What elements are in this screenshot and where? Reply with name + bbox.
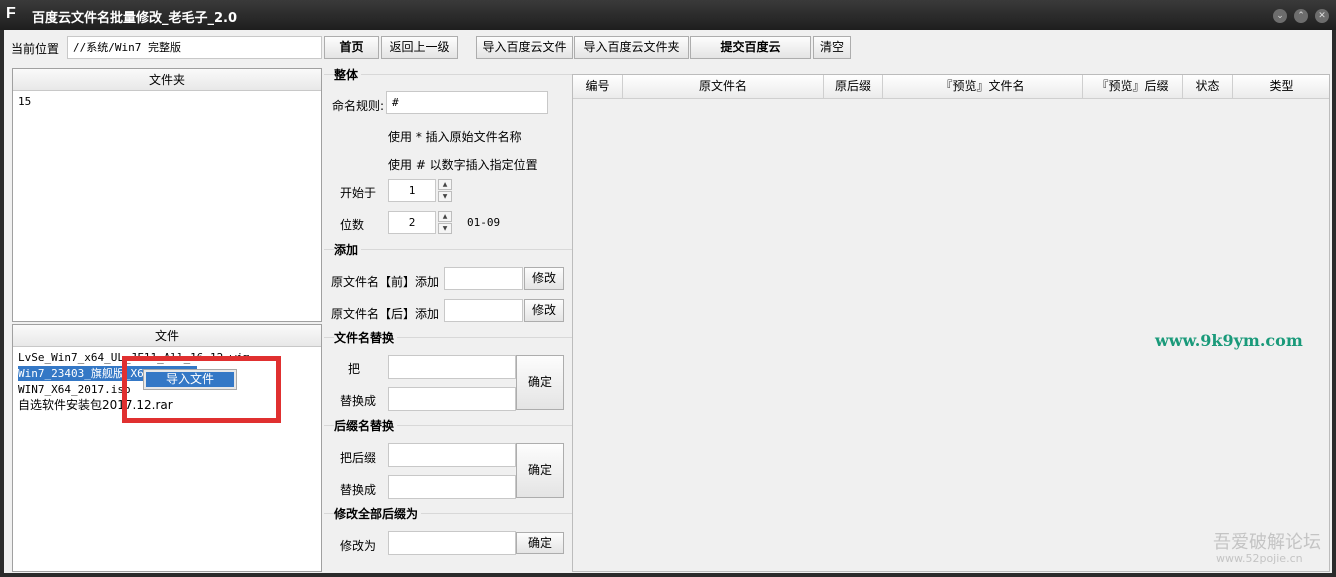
add-title: 添加 [334, 241, 362, 258]
stepper-up-icon[interactable]: ▲ [438, 179, 452, 190]
app-window: F 百度云文件名批量修改_老毛子_2.0 ⌄ ⌃ ✕ 当前位置 //系统/Win… [0, 0, 1336, 577]
add-before-label: 原文件名【前】添加 [331, 275, 440, 289]
change-ext-label: 修改为 [340, 539, 377, 553]
rule-label: 命名规则: [332, 99, 385, 113]
extension-replace-group: 后缀名替换 把后缀 替换成 确定 [324, 417, 573, 507]
site-watermark: www.9k9ym.com [1155, 331, 1303, 350]
stepper-down-icon[interactable]: ▼ [438, 191, 452, 202]
file-panel-header: 文件 [13, 325, 321, 347]
preview-table[interactable]: 编号 原文件名 原后缀 『预览』文件名 『预览』后缀 状态 类型 www.9k9… [572, 74, 1330, 572]
column-header-original-ext[interactable]: 原后缀 [824, 75, 883, 98]
column-header-preview-ext[interactable]: 『预览』后缀 [1083, 75, 1183, 98]
change-all-ext-group: 修改全部后缀为 修改为 确定 [324, 505, 573, 571]
client-area: 当前位置 //系统/Win7 完整版 首页 返回上一级 导入百度云文件 导入百度… [4, 30, 1332, 573]
folder-item[interactable]: 15 [18, 94, 31, 109]
home-button[interactable]: 首页 [324, 36, 379, 59]
add-before-modify-button[interactable]: 修改 [524, 267, 564, 290]
column-header-type[interactable]: 类型 [1233, 75, 1330, 98]
hint-asterisk: 使用 * 插入原始文件名称 [388, 130, 522, 144]
import-folder-button[interactable]: 导入百度云文件夹 [574, 36, 689, 59]
folder-panel: 文件夹 15 [12, 68, 322, 322]
title-bar[interactable]: F 百度云文件名批量修改_老毛子_2.0 ⌄ ⌃ ✕ [0, 0, 1336, 30]
start-label: 开始于 [340, 186, 377, 200]
file-item[interactable]: WIN7_X64_2017.iso [18, 382, 131, 397]
close-button[interactable]: ✕ [1315, 9, 1329, 23]
go-up-button[interactable]: 返回上一级 [381, 36, 458, 59]
extension-replace-confirm-button[interactable]: 确定 [516, 443, 564, 498]
rule-input[interactable]: # [386, 91, 548, 114]
overall-group: 整体 命名规则: # 使用 * 插入原始文件名称 使用 # 以数字插入指定位置 … [324, 66, 573, 242]
context-menu: 导入文件 [143, 369, 237, 390]
import-file-button[interactable]: 导入百度云文件 [476, 36, 573, 59]
add-group: 添加 原文件名【前】添加 修改 原文件名【后】添加 修改 [324, 241, 573, 329]
replace-label: 替换成 [340, 394, 377, 408]
location-field[interactable]: //系统/Win7 完整版 [67, 36, 322, 59]
find-input[interactable] [388, 355, 516, 379]
column-header-number[interactable]: 编号 [573, 75, 623, 98]
add-after-modify-button[interactable]: 修改 [524, 299, 564, 322]
digits-value[interactable]: 2 [388, 211, 436, 234]
context-menu-import-file[interactable]: 导入文件 [146, 372, 234, 387]
hint-hash: 使用 # 以数字插入指定位置 [388, 158, 538, 172]
ext-replace-label: 替换成 [340, 483, 377, 497]
location-label: 当前位置 [11, 42, 60, 56]
stepper-down-icon[interactable]: ▼ [438, 223, 452, 234]
folder-panel-header: 文件夹 [13, 69, 321, 91]
file-panel: 文件 LvSe_Win7_x64_UL_JF11_All_16.12.wim W… [12, 324, 322, 572]
change-all-ext-title: 修改全部后缀为 [334, 505, 422, 522]
extension-replace-title: 后缀名替换 [334, 417, 398, 434]
ext-find-label: 把后缀 [340, 451, 377, 465]
stepper-up-icon[interactable]: ▲ [438, 211, 452, 222]
start-value[interactable]: 1 [388, 179, 436, 202]
window-title: 百度云文件名批量修改_老毛子_2.0 [32, 11, 238, 26]
change-all-ext-confirm-button[interactable]: 确定 [516, 532, 564, 554]
filename-replace-title: 文件名替换 [334, 329, 398, 346]
add-before-input[interactable] [444, 267, 523, 290]
find-label: 把 [348, 362, 361, 376]
add-after-label: 原文件名【后】添加 [331, 307, 440, 321]
column-header-status[interactable]: 状态 [1183, 75, 1233, 98]
forum-url-watermark: www.52pojie.cn [1216, 552, 1303, 565]
digits-label: 位数 [340, 218, 365, 232]
digits-range: 01-09 [467, 216, 501, 229]
overall-title: 整体 [334, 66, 362, 83]
ext-replace-input[interactable] [388, 475, 516, 499]
clear-button[interactable]: 清空 [813, 36, 851, 59]
forum-watermark: 吾爱破解论坛 [1213, 532, 1321, 553]
add-after-input[interactable] [444, 299, 523, 322]
maximize-button[interactable]: ⌃ [1294, 9, 1308, 23]
minimize-button[interactable]: ⌄ [1273, 9, 1287, 23]
app-icon: F [6, 5, 16, 22]
filename-replace-confirm-button[interactable]: 确定 [516, 355, 564, 410]
table-header: 编号 原文件名 原后缀 『预览』文件名 『预览』后缀 状态 类型 [573, 75, 1329, 99]
submit-button[interactable]: 提交百度云 [690, 36, 811, 59]
filename-replace-group: 文件名替换 把 替换成 确定 [324, 329, 573, 418]
replace-input[interactable] [388, 387, 516, 411]
column-header-original-name[interactable]: 原文件名 [623, 75, 824, 98]
change-ext-input[interactable] [388, 531, 516, 555]
ext-find-input[interactable] [388, 443, 516, 467]
column-header-preview-name[interactable]: 『预览』文件名 [883, 75, 1083, 98]
